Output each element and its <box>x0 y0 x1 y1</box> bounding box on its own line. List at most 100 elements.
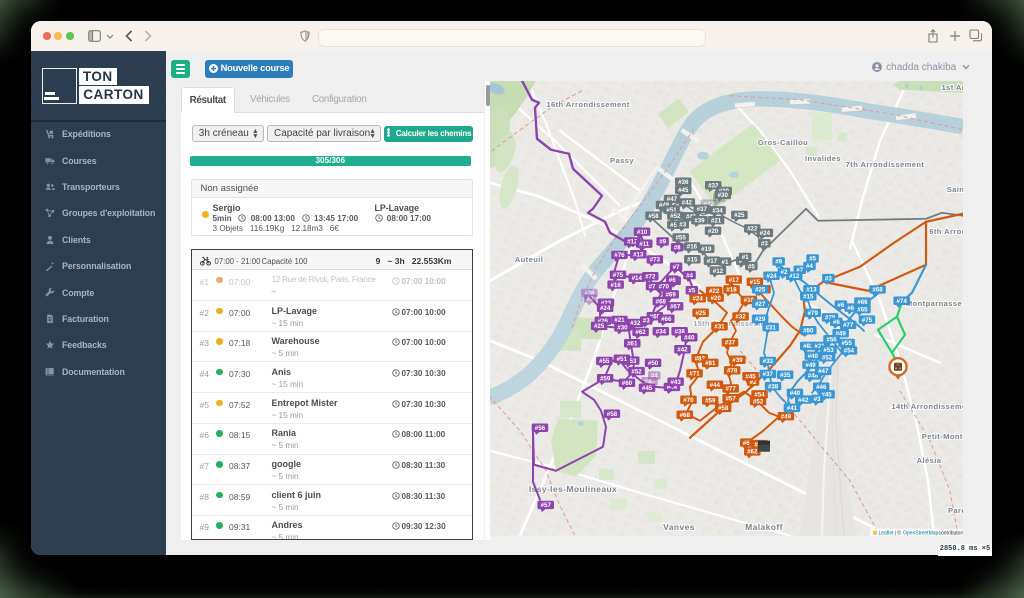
svg-text:#24: #24 <box>760 230 771 237</box>
svg-text:#49: #49 <box>805 361 816 368</box>
svg-text:#76: #76 <box>614 252 625 259</box>
svg-text:#62: #62 <box>747 448 758 455</box>
svg-text:#59: #59 <box>705 397 716 404</box>
svg-text:#5: #5 <box>809 255 816 262</box>
svg-text:OpenStreetMap: OpenStreetMap <box>903 530 939 535</box>
svg-text:#17: #17 <box>707 257 718 264</box>
svg-text:#65: #65 <box>857 306 868 313</box>
svg-text:#45: #45 <box>642 384 653 391</box>
svg-text:#70: #70 <box>683 396 694 403</box>
svg-text:#34: #34 <box>712 207 723 214</box>
svg-text:Passy: Passy <box>610 155 634 164</box>
svg-text:#3: #3 <box>679 221 686 228</box>
svg-text:#33: #33 <box>763 358 774 365</box>
svg-text:#6: #6 <box>833 319 840 326</box>
svg-text:#74: #74 <box>896 297 907 304</box>
svg-text:#10: #10 <box>637 228 648 235</box>
svg-text:Montparnasse: Montparnasse <box>906 298 962 307</box>
svg-text:#68: #68 <box>872 286 883 293</box>
svg-text:Invalides: Invalides <box>805 153 841 162</box>
svg-text:#61: #61 <box>627 340 638 347</box>
svg-text:#54: #54 <box>844 347 855 354</box>
svg-text:#15: #15 <box>803 293 814 300</box>
svg-text:#4: #4 <box>651 372 658 379</box>
svg-text:7th Arrondissement: 7th Arrondissement <box>846 159 925 168</box>
svg-text:#37: #37 <box>725 339 736 346</box>
svg-text:#71: #71 <box>689 370 700 377</box>
svg-text:16th Arrondissement: 16th Arrondissement <box>546 99 629 108</box>
svg-text:#77: #77 <box>843 322 854 329</box>
svg-text:#12: #12 <box>713 267 724 274</box>
svg-text:#37: #37 <box>697 206 708 213</box>
svg-text:#3: #3 <box>825 275 832 282</box>
svg-text:#5: #5 <box>688 287 695 294</box>
svg-text:#68: #68 <box>656 298 667 305</box>
svg-text:#60: #60 <box>622 380 633 387</box>
svg-text:#55: #55 <box>841 340 852 347</box>
svg-text:#25: #25 <box>755 286 766 293</box>
svg-text:#40: #40 <box>808 352 819 359</box>
svg-text:#31: #31 <box>714 323 725 330</box>
svg-text:#34: #34 <box>656 328 667 335</box>
svg-text:#41: #41 <box>787 405 798 412</box>
svg-text:6th Arron: 6th Arron <box>929 226 963 235</box>
svg-text:#38: #38 <box>768 383 779 390</box>
svg-text:#3: #3 <box>761 240 768 247</box>
svg-text:#2: #2 <box>781 269 788 276</box>
svg-text:#53: #53 <box>823 346 834 353</box>
svg-text:#12: #12 <box>789 272 800 279</box>
svg-text:#19: #19 <box>701 245 712 252</box>
svg-text:#45: #45 <box>745 373 756 380</box>
svg-text:#9: #9 <box>659 238 666 245</box>
svg-text:Parc: Parc <box>948 505 963 514</box>
svg-text:#55: #55 <box>675 234 686 241</box>
svg-text:#18: #18 <box>726 286 737 293</box>
svg-text:#25: #25 <box>594 323 605 330</box>
svg-text:#70: #70 <box>659 283 670 290</box>
svg-text:#21: #21 <box>614 317 625 324</box>
svg-text:#73: #73 <box>650 256 661 263</box>
svg-text:#57: #57 <box>541 502 552 509</box>
svg-text:contributors: contributors <box>939 530 964 535</box>
svg-text:#2: #2 <box>587 295 594 302</box>
svg-text:#42: #42 <box>798 396 809 403</box>
svg-text:#40: #40 <box>684 334 695 341</box>
svg-text:Issy-les-Moulineaux: Issy-les-Moulineaux <box>529 483 617 493</box>
svg-text:#77: #77 <box>725 385 736 392</box>
svg-text:Saint: Saint <box>947 184 963 193</box>
svg-text:#57: #57 <box>725 395 736 402</box>
svg-text:#7: #7 <box>673 263 680 270</box>
svg-text:#1: #1 <box>742 254 749 261</box>
svg-text:Petit-Montr: Petit-Montr <box>922 431 963 440</box>
svg-text:#6: #6 <box>837 301 844 308</box>
svg-text:Leaflet: Leaflet <box>879 530 895 535</box>
svg-text:#6: #6 <box>847 304 854 311</box>
svg-text:#35: #35 <box>780 371 791 378</box>
svg-text:#4: #4 <box>806 263 813 270</box>
svg-text:#58: #58 <box>607 410 618 417</box>
svg-text:#8: #8 <box>674 244 681 251</box>
svg-text:#79: #79 <box>808 310 819 317</box>
svg-text:#42: #42 <box>682 199 693 206</box>
svg-text:#67: #67 <box>670 303 681 310</box>
svg-text:#44: #44 <box>710 381 721 388</box>
svg-text:#17: #17 <box>729 276 740 283</box>
svg-text:#75: #75 <box>613 271 624 278</box>
svg-text:#52: #52 <box>631 368 642 375</box>
svg-text:#22: #22 <box>747 225 758 232</box>
svg-text:#20: #20 <box>708 227 719 234</box>
svg-text:#30: #30 <box>617 324 628 331</box>
svg-text:#25: #25 <box>695 309 706 316</box>
svg-text:#55: #55 <box>599 358 610 365</box>
svg-text:#13: #13 <box>633 251 644 258</box>
svg-text:#30: #30 <box>718 192 729 199</box>
svg-text:#46: #46 <box>816 383 827 390</box>
svg-text:#27: #27 <box>755 300 766 307</box>
svg-text:#72: #72 <box>645 273 656 280</box>
svg-text:#50: #50 <box>648 360 659 367</box>
svg-text:#39: #39 <box>732 356 743 363</box>
svg-text:#14: #14 <box>632 274 643 281</box>
svg-text:#36: #36 <box>678 178 689 185</box>
svg-text:#15: #15 <box>750 279 761 286</box>
svg-text:14th Arrondissement: 14th Arrondissement <box>891 401 963 410</box>
